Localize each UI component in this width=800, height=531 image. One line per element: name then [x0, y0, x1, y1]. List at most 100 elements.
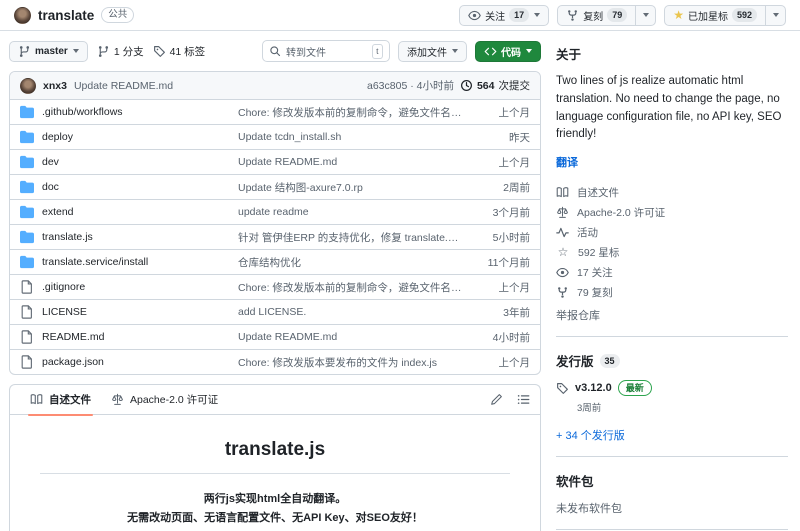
sidebar-item-stars[interactable]: ☆ 592 星标	[556, 242, 788, 262]
sidebar-item-license[interactable]: Apache-2.0 许可证	[556, 202, 788, 222]
latest-release[interactable]: v3.12.0 最新	[556, 380, 788, 397]
watch-button[interactable]: 关注 17	[459, 4, 550, 26]
readme-tabs: 自述文件 Apache-2.0 许可证	[10, 385, 540, 416]
commit-message[interactable]: Update README.md	[74, 80, 173, 92]
commit-sha-time[interactable]: a63c805 · 4小时前	[367, 78, 454, 93]
table-row: translate.js 针对 管伊佳ERP 的支持优化，修复 translat…	[10, 224, 540, 249]
file-name-link[interactable]: package.json	[42, 356, 104, 368]
eye-icon	[468, 10, 481, 20]
latest-badge: 最新	[617, 380, 652, 397]
tags-link[interactable]: 41 标签	[153, 44, 206, 59]
commit-author[interactable]: xnx3	[43, 80, 67, 92]
folder-icon	[20, 255, 34, 269]
more-releases-link[interactable]: + 34 个发行版	[556, 427, 625, 443]
search-icon	[270, 46, 281, 57]
commit-message-link[interactable]: update readme	[238, 206, 472, 218]
commit-message-link[interactable]: 仓库结构优化	[238, 255, 472, 270]
star-dropdown[interactable]	[765, 4, 786, 26]
commit-time: 3年前	[503, 306, 530, 319]
readme-panel: 自述文件 Apache-2.0 许可证 translate.js 两行js实现h…	[9, 384, 541, 531]
outline-list-icon[interactable]	[517, 393, 530, 406]
star-icon: ☆	[557, 245, 569, 260]
commit-message-link[interactable]: Chore: 修改发版本要发布的文件为 index.js	[238, 355, 472, 370]
file-name-link[interactable]: dev	[42, 156, 59, 168]
pencil-icon[interactable]	[490, 393, 503, 406]
commit-author-avatar[interactable]	[20, 77, 36, 94]
file-name-link[interactable]: README.md	[42, 331, 104, 343]
report-repository-link[interactable]: 举报仓库	[556, 307, 600, 323]
commit-message-link[interactable]: Update README.md	[238, 156, 472, 168]
file-name-link[interactable]: .github/workflows	[42, 106, 123, 118]
table-row: translate.service/install 仓库结构优化 11个月前	[10, 249, 540, 274]
commit-time: 4小时前	[492, 331, 530, 344]
code-button[interactable]: 代码	[475, 40, 541, 62]
commit-time: 上个月	[498, 281, 531, 294]
tab-license-label: Apache-2.0 许可证	[130, 394, 219, 406]
add-file-label: 添加文件	[407, 47, 447, 59]
file-name-link[interactable]: extend	[42, 206, 74, 218]
table-row: package.json Chore: 修改发版本要发布的文件为 index.j…	[10, 349, 540, 374]
topic-link[interactable]: 翻译	[556, 154, 578, 170]
file-icon	[21, 355, 32, 369]
branches-link[interactable]: 1 分支	[97, 44, 144, 59]
file-name-link[interactable]: translate.js	[42, 231, 93, 243]
tab-readme-label: 自述文件	[49, 394, 91, 406]
file-name-link[interactable]: LICENSE	[42, 306, 87, 318]
table-row: .github/workflows Chore: 修改发版本前的复制命令，避免文…	[10, 99, 540, 124]
chevron-down-icon	[72, 49, 79, 53]
commit-message-link[interactable]: Update 结构图-axure7.0.rp	[238, 180, 472, 195]
commit-message-link[interactable]: Update README.md	[238, 331, 472, 343]
book-icon	[30, 394, 43, 405]
owner-avatar[interactable]	[14, 6, 31, 24]
go-to-file-input[interactable]: 转到文件 t	[262, 40, 390, 62]
branch-name: master	[35, 45, 68, 57]
commit-message-link[interactable]: Chore: 修改发版本前的复制命令，避免文件名重复	[238, 105, 472, 120]
repo-name[interactable]: translate	[38, 8, 94, 23]
divider	[40, 473, 510, 474]
commit-time: 昨天	[509, 131, 530, 144]
release-tag-name[interactable]: v3.12.0	[575, 382, 612, 394]
commit-message-link[interactable]: 针对 管伊佳ERP 的支持优化，修复 translate.selectLangu…	[238, 230, 472, 245]
commit-message-link[interactable]: Update tcdn_install.sh	[238, 131, 472, 143]
file-name-link[interactable]: doc	[42, 181, 59, 193]
file-toolbar: master 1 分支 41 标签 转到文件 t 添加文件 代码	[9, 39, 541, 63]
file-table: xnx3 Update README.md a63c805 · 4小时前 564…	[9, 71, 541, 375]
sidebar-item-watching[interactable]: 17 关注	[556, 262, 788, 282]
repo-header: translate 公共 关注 17 复刻 79 ★ 已加星标 592	[0, 0, 800, 31]
packages-title: 软件包	[556, 475, 594, 490]
about-title: 关于	[556, 48, 582, 62]
sidebar-item-readme[interactable]: 自述文件	[556, 182, 788, 202]
sidebar-item-forks[interactable]: 79 复刻	[556, 282, 788, 302]
folder-icon	[20, 180, 34, 194]
fork-label: 复刻	[583, 11, 604, 23]
file-name-link[interactable]: deploy	[42, 131, 73, 143]
fork-dropdown[interactable]	[635, 4, 657, 26]
commits-count: 564	[476, 79, 495, 92]
file-name-link[interactable]: .gitignore	[42, 281, 85, 293]
commit-time: 上个月	[498, 356, 531, 369]
tags-label: 41 标签	[169, 45, 206, 58]
readme-content: translate.js 两行js实现html全自动翻译。 无需改动页面、无语言…	[10, 415, 540, 531]
tab-license[interactable]: Apache-2.0 许可证	[101, 385, 228, 415]
tag-icon	[153, 45, 165, 57]
star-button[interactable]: ★ 已加星标 592	[664, 4, 766, 26]
commit-time: 5小时前	[492, 231, 530, 244]
branch-selector[interactable]: master	[9, 40, 88, 62]
commit-message-link[interactable]: add LICENSE.	[238, 306, 472, 318]
fork-button[interactable]: 复刻 79	[557, 4, 637, 26]
add-file-button[interactable]: 添加文件	[398, 40, 467, 62]
file-name-link[interactable]: translate.service/install	[42, 256, 148, 268]
chevron-down-icon	[534, 13, 541, 17]
commit-message-link[interactable]: Chore: 修改发版本前的复制命令，避免文件名重复	[238, 280, 472, 295]
commit-history-link[interactable]: 564 次提交	[460, 78, 530, 93]
folder-icon	[20, 205, 34, 219]
chevron-down-icon	[773, 13, 779, 17]
latest-commit-bar: xnx3 Update README.md a63c805 · 4小时前 564…	[10, 72, 540, 99]
repo-actions: 关注 17 复刻 79 ★ 已加星标 592	[459, 4, 786, 26]
folder-icon	[20, 105, 34, 119]
sidebar-item-activity[interactable]: 活动	[556, 222, 788, 242]
tab-readme[interactable]: 自述文件	[20, 385, 101, 416]
fork-icon	[558, 286, 567, 298]
commit-time: 11个月前	[487, 256, 530, 269]
watch-label: 关注	[485, 11, 506, 23]
